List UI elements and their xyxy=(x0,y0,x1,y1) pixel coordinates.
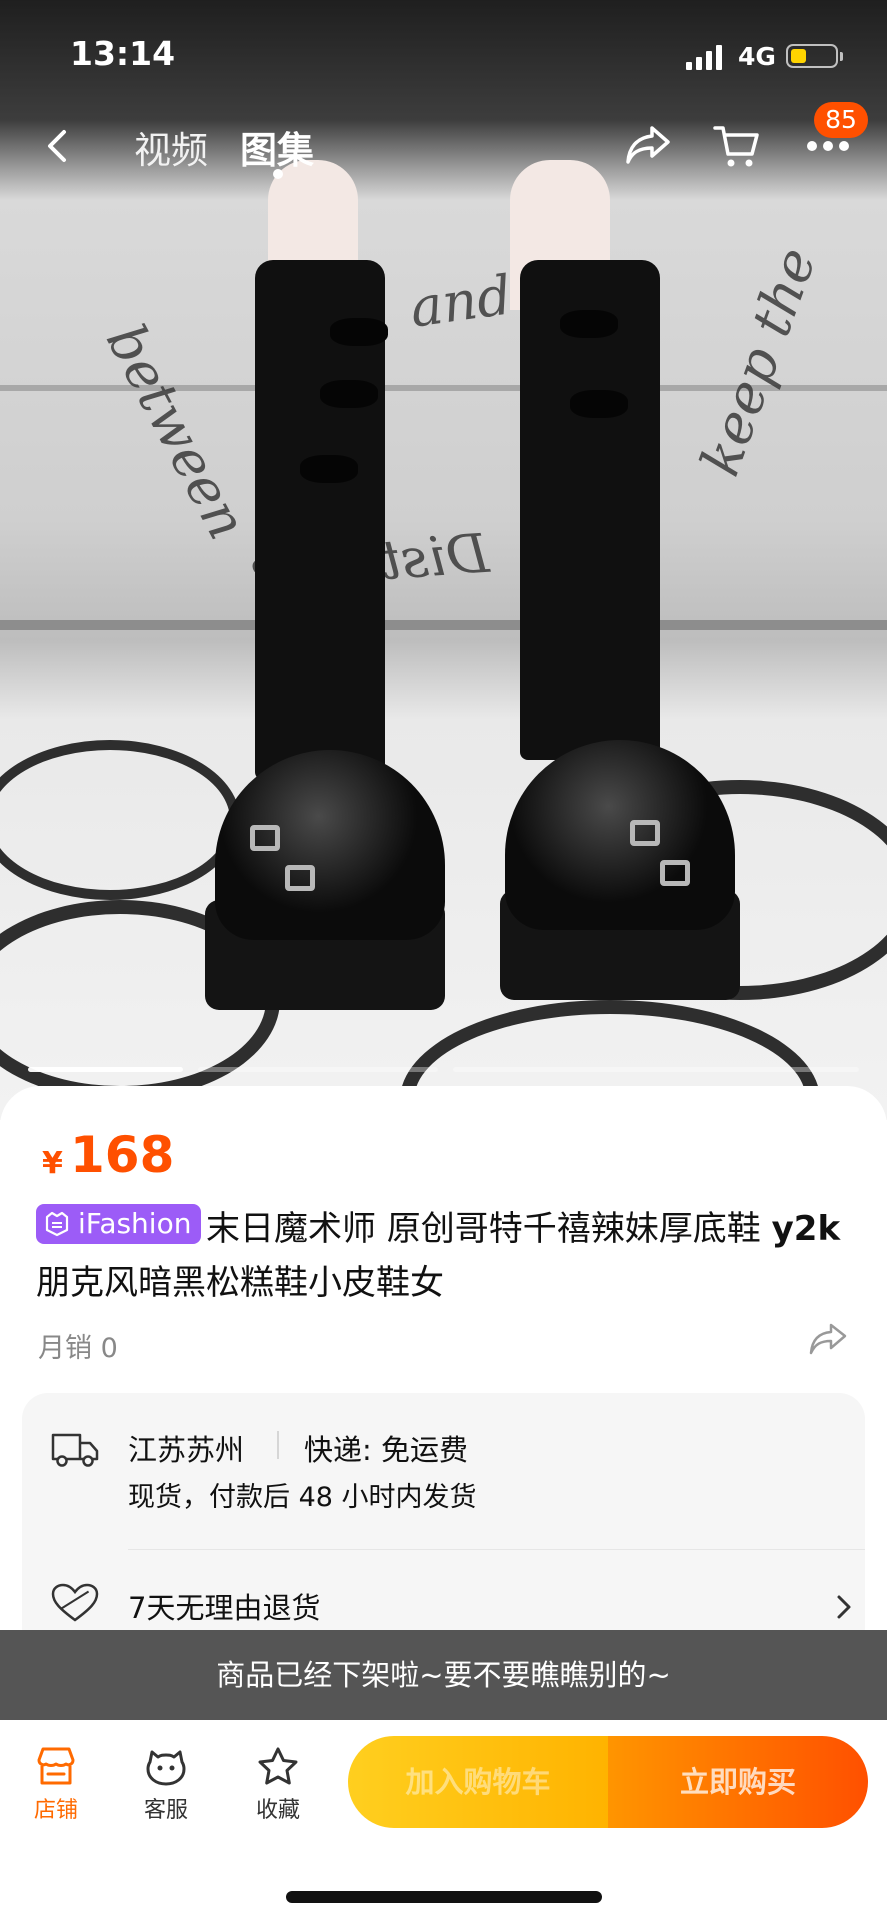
title-bold: y2k xyxy=(771,1209,841,1249)
bottom-action-bar: 店铺 客服 收藏 加入购物车 立即购买 xyxy=(0,1720,887,1920)
product-detail-screen: between keep the Distance and 13:14 xyxy=(0,0,887,1920)
product-title: 末日魔术师 原创哥特千禧辣妹厚底鞋 y2k 朋克风暗黑松糕鞋小皮鞋女 xyxy=(36,1202,856,1310)
favorite-label: 收藏 xyxy=(255,1798,300,1823)
shipping-method: 快递: 免运费 xyxy=(304,1433,468,1467)
shipping-note: 现货，付款后 48 小时内发货 xyxy=(128,1482,477,1513)
share-icon[interactable] xyxy=(808,1322,848,1356)
shoe-buckle xyxy=(250,825,280,851)
shop-icon xyxy=(37,1747,75,1785)
chevron-right-icon[interactable] xyxy=(834,1593,854,1621)
customer-service-button[interactable]: 客服 xyxy=(126,1746,206,1824)
wall-lettering: keep the xyxy=(688,239,829,484)
return-policy[interactable]: 7天无理由退货 xyxy=(128,1585,320,1627)
battery-tip xyxy=(840,52,843,61)
cart-count-badge: 85 xyxy=(814,102,868,138)
platform-shoe xyxy=(505,740,735,930)
shop-label: 店铺 xyxy=(33,1798,78,1823)
signal-icon xyxy=(686,44,722,70)
heart-shield-icon xyxy=(51,1583,99,1622)
home-indicator xyxy=(286,1891,602,1903)
indicator-segment xyxy=(453,1067,859,1072)
network-type: 4G xyxy=(738,42,776,71)
customer-service-label: 客服 xyxy=(143,1798,188,1823)
add-to-cart-button[interactable]: 加入购物车 xyxy=(348,1736,608,1828)
wall-lettering: between xyxy=(94,313,260,550)
wall-lettering: and xyxy=(406,263,516,340)
price-currency: ¥ xyxy=(42,1146,63,1181)
indicator-segment xyxy=(28,1067,183,1072)
chat-face-icon xyxy=(146,1750,186,1786)
tab-video[interactable]: 视频 xyxy=(134,120,208,174)
sock-bow xyxy=(570,390,628,418)
status-bar: 13:14 4G xyxy=(0,0,887,100)
divider xyxy=(277,1431,279,1459)
shoe-buckle xyxy=(285,865,315,891)
title-text-cont: 朋克风暗黑松糕鞋小皮鞋女 xyxy=(36,1263,444,1303)
delivery-truck-icon xyxy=(51,1433,99,1467)
wall-rail xyxy=(0,620,887,630)
ship-origin: 江苏苏州 xyxy=(128,1433,245,1467)
sock-bow xyxy=(320,380,378,408)
sock-bow xyxy=(330,318,388,346)
shoe-buckle xyxy=(630,820,660,846)
back-arrow-icon[interactable] xyxy=(40,126,76,166)
more-icon[interactable] xyxy=(806,140,850,152)
service-box: 江苏苏州 快递: 免运费 现货，付款后 48 小时内发货 7天无理由退货 xyxy=(22,1393,865,1653)
sock-bow xyxy=(560,310,618,338)
battery-icon xyxy=(786,44,838,68)
price: 168 xyxy=(70,1126,175,1184)
sock-bow xyxy=(300,455,358,483)
title-text: 末日魔术师 原创哥特千禧辣妹厚底鞋 xyxy=(206,1209,761,1249)
purchase-buttons: 加入购物车 立即购买 xyxy=(348,1736,868,1828)
delisted-notice: 商品已经下架啦~要不要瞧瞧别的~ xyxy=(0,1630,887,1720)
favorite-button[interactable]: 收藏 xyxy=(238,1746,318,1824)
status-time: 13:14 xyxy=(70,34,176,73)
cart-icon[interactable] xyxy=(712,122,762,170)
battery-level xyxy=(791,49,806,63)
share-icon[interactable] xyxy=(624,124,672,166)
divider xyxy=(128,1549,865,1550)
floor-pattern xyxy=(0,740,240,900)
active-tab-dot xyxy=(273,169,283,179)
top-nav-bar: 视频 图集 85 xyxy=(0,100,887,192)
shoe-buckle xyxy=(660,860,690,886)
buy-now-button[interactable]: 立即购买 xyxy=(608,1736,868,1828)
gallery-indicator xyxy=(28,1067,859,1072)
monthly-sales: 月销 0 xyxy=(38,1333,118,1364)
shop-button[interactable]: 店铺 xyxy=(16,1746,96,1824)
indicator-segment xyxy=(198,1067,438,1072)
tab-gallery[interactable]: 图集 xyxy=(240,120,314,174)
star-icon xyxy=(258,1747,298,1785)
